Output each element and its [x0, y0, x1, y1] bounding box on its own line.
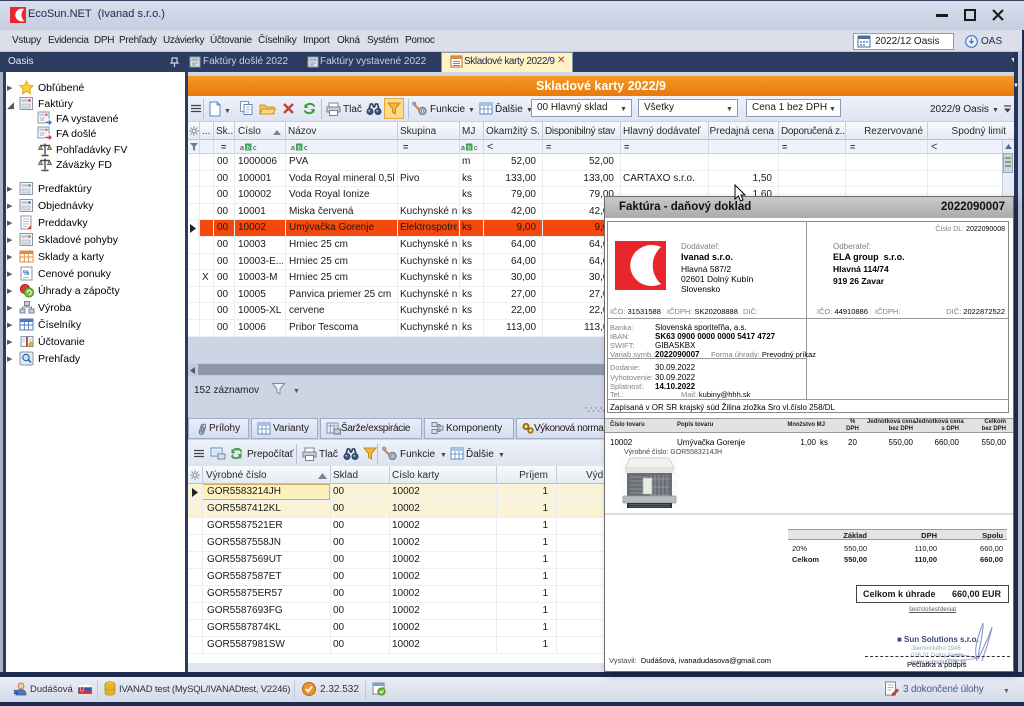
svg-text:a: a	[461, 145, 465, 152]
svg-text:c: c	[253, 145, 257, 152]
svg-text:a: a	[291, 145, 295, 152]
svg-text:c: c	[474, 145, 478, 152]
svg-text:a: a	[240, 145, 244, 152]
svg-text:c: c	[304, 145, 308, 152]
svg-text:%: %	[23, 270, 30, 277]
